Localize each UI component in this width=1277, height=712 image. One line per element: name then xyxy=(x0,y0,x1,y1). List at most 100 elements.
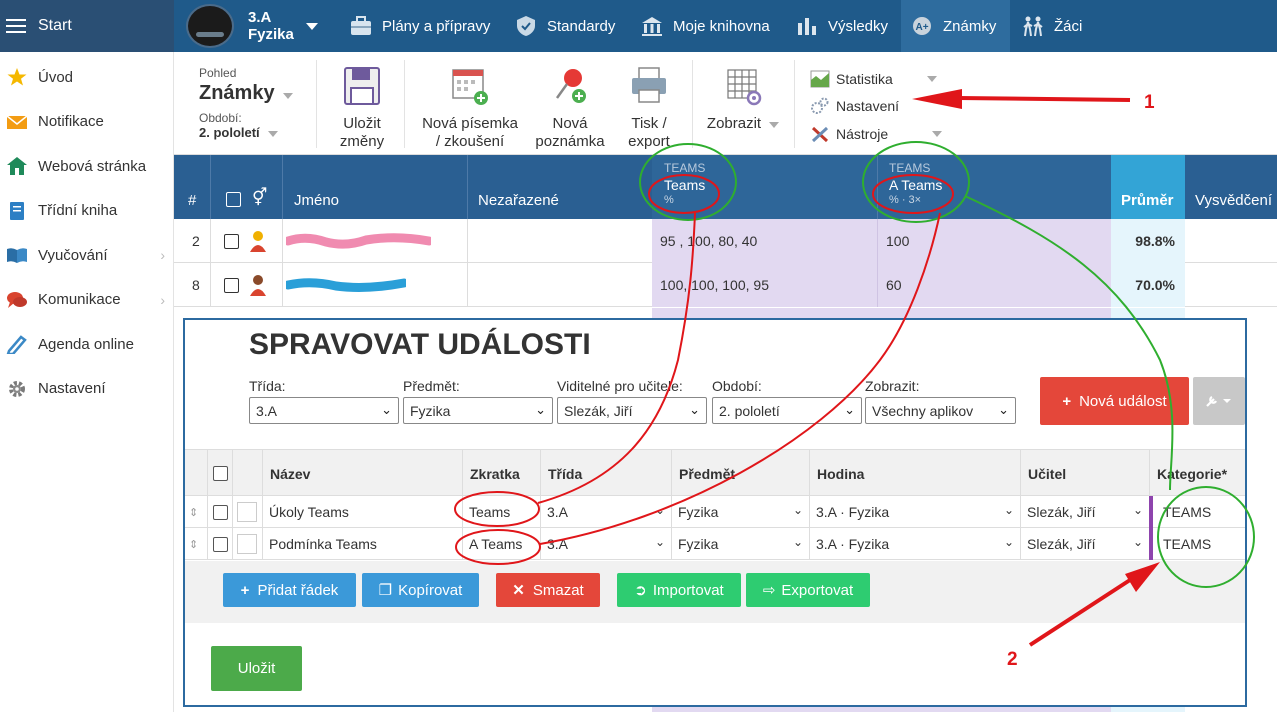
sidebar-item-classbook[interactable]: Třídní kniha xyxy=(0,189,173,234)
column-unassigned[interactable]: Nezařazené xyxy=(478,192,559,209)
chevron-right-icon: › xyxy=(160,247,165,264)
drag-handle-icon[interactable]: ⇕ xyxy=(185,528,207,560)
nav-library[interactable]: Moje knihovna xyxy=(631,0,780,52)
nav-library-label: Moje knihovna xyxy=(673,17,770,35)
event-abbreviation[interactable]: A Teams xyxy=(462,528,540,560)
select-value: 3.A xyxy=(547,504,569,520)
new-test-label-1: Nová písemka xyxy=(422,115,518,132)
row-checkbox[interactable] xyxy=(207,528,232,560)
delete-button[interactable]: ✕ Smazat xyxy=(496,573,600,607)
event-abbreviation[interactable]: Teams xyxy=(462,496,540,528)
new-test-label-2: / zkoušení xyxy=(435,133,505,150)
event-class-select[interactable]: 3.A ⌄ xyxy=(540,528,671,560)
grade-cell[interactable]: 100, 100, 100, 95 xyxy=(652,263,877,307)
column-teacher[interactable]: Učitel xyxy=(1020,450,1149,497)
row-color-swatch[interactable] xyxy=(232,528,262,560)
home-icon xyxy=(7,157,27,176)
column-name[interactable]: Jméno xyxy=(294,192,339,209)
event-name[interactable]: Úkoly Teams xyxy=(262,496,462,528)
column-teams-1[interactable]: TEAMS Teams % xyxy=(652,155,877,219)
save-button[interactable]: Uložit xyxy=(211,646,302,691)
column-report[interactable]: Vysvědčení xyxy=(1195,192,1272,209)
column-name[interactable]: Název xyxy=(262,450,462,497)
period-value[interactable]: 2. pololetí xyxy=(199,125,260,140)
star-icon xyxy=(7,68,27,86)
add-row-button[interactable]: + Přidat řádek xyxy=(223,573,356,607)
menu-settings[interactable]: Nastavení xyxy=(810,93,942,121)
event-category[interactable]: TEAMS xyxy=(1149,528,1245,560)
row-checkbox[interactable] xyxy=(207,496,232,528)
sidebar-item-settings[interactable]: Nastavení xyxy=(0,367,173,412)
filter-period-select[interactable]: 2. pololetí ⌄ xyxy=(712,397,862,424)
select-value: 3.A xyxy=(256,402,278,419)
event-lesson-select[interactable]: 3.A · Fyzika ⌄ xyxy=(809,528,1020,560)
nav-plans[interactable]: Plány a přípravy xyxy=(340,0,500,52)
nav-students[interactable]: Žáci xyxy=(1012,0,1092,52)
event-subject-select[interactable]: Fyzika ⌄ xyxy=(671,496,809,528)
sidebar-item-notifications[interactable]: Notifikace xyxy=(0,100,173,145)
column-lesson[interactable]: Hodina xyxy=(809,450,1020,497)
drag-handle-icon[interactable]: ⇕ xyxy=(185,496,207,528)
column-category[interactable]: Kategorie* xyxy=(1149,450,1245,497)
close-icon: ✕ xyxy=(512,582,525,599)
column-abbreviation[interactable]: Zkratka xyxy=(462,450,540,497)
print-export-button[interactable]: Tisk / export xyxy=(622,66,676,151)
display-button[interactable]: Zobrazit xyxy=(704,66,782,133)
select-value: 2. pololetí xyxy=(719,402,780,419)
event-name[interactable]: Podmínka Teams xyxy=(262,528,462,560)
row-color-swatch[interactable] xyxy=(232,496,262,528)
start-menu-button[interactable]: Start xyxy=(0,0,174,52)
menu-tools[interactable]: Nástroje xyxy=(810,120,943,148)
filter-teacher-select[interactable]: Slezák, Jiří ⌄ xyxy=(557,397,707,424)
nav-standards[interactable]: Standardy xyxy=(505,0,625,52)
grade-cell[interactable]: 95 , 100, 80, 40 xyxy=(652,219,877,263)
nav-grades[interactable]: A+ Známky xyxy=(901,0,1010,52)
sidebar-item-teaching[interactable]: Vyučování › xyxy=(0,233,173,278)
export-button[interactable]: ⇨ Exportovat xyxy=(746,573,870,607)
grade-cell[interactable]: 100 xyxy=(877,219,1111,263)
grade-cell[interactable]: 60 xyxy=(877,263,1111,307)
student-name-redacted[interactable] xyxy=(286,263,406,307)
new-note-button[interactable]: Nová poznámka xyxy=(534,66,606,151)
row-checkbox[interactable] xyxy=(224,263,239,307)
event-teacher-select[interactable]: Slezák, Jiří ⌄ xyxy=(1020,528,1149,560)
menu-statistics-label: Statistika xyxy=(836,70,893,87)
sidebar-item-intro[interactable]: Úvod xyxy=(0,55,173,100)
row-checkbox[interactable] xyxy=(224,219,239,263)
column-teams-2[interactable]: TEAMS A Teams % · 3× xyxy=(877,155,1111,219)
student-name-redacted[interactable] xyxy=(286,219,431,263)
event-category[interactable]: TEAMS xyxy=(1149,496,1245,528)
tools-dropdown-button[interactable] xyxy=(1193,377,1245,425)
chevron-down-icon: ⌄ xyxy=(654,535,665,549)
new-event-button[interactable]: + Nová událost xyxy=(1040,377,1189,425)
event-lesson-select[interactable]: 3.A · Fyzika ⌄ xyxy=(809,496,1020,528)
menu-statistics[interactable]: Statistika xyxy=(810,65,942,93)
filter-class-select[interactable]: 3.A ⌄ xyxy=(249,397,399,424)
column-average[interactable]: Průměr xyxy=(1111,155,1185,219)
filter-display-select[interactable]: Všechny aplikov ⌄ xyxy=(865,397,1016,424)
event-subject-select[interactable]: Fyzika ⌄ xyxy=(671,528,809,560)
pushpin-icon xyxy=(555,69,586,103)
save-changes-button[interactable]: Uložit změny xyxy=(334,66,390,151)
view-selector[interactable]: Pohled Známky Období: 2. pololetí xyxy=(199,66,293,140)
top-navigation-bar: Start 3.A Fyzika Plány a přípravy Standa… xyxy=(0,0,1277,52)
event-teacher-select[interactable]: Slezák, Jiří ⌄ xyxy=(1020,496,1149,528)
column-title: A Teams xyxy=(889,177,943,193)
copy-button[interactable]: ❐ Kopírovat xyxy=(362,573,479,607)
sidebar-item-communication[interactable]: Komunikace › xyxy=(0,278,173,323)
new-test-button[interactable]: Nová písemka / zkoušení xyxy=(420,66,520,151)
filter-subject-select[interactable]: Fyzika ⌄ xyxy=(403,397,553,424)
import-button[interactable]: ➲ Importovat xyxy=(617,573,741,607)
nav-results[interactable]: Výsledky xyxy=(786,0,898,52)
select-all-checkbox[interactable] xyxy=(226,192,241,211)
column-subject[interactable]: Předmět xyxy=(671,450,809,497)
event-class-select[interactable]: 3.A ⌄ xyxy=(540,496,671,528)
sidebar-item-agenda[interactable]: Agenda online xyxy=(0,322,173,367)
column-class[interactable]: Třída xyxy=(540,450,671,497)
class-selector[interactable]: 3.A Fyzika xyxy=(186,4,318,48)
filter-label: Předmět: xyxy=(403,378,460,394)
select-value: Fyzika xyxy=(678,504,719,520)
sidebar-item-website[interactable]: Webová stránka xyxy=(0,144,173,189)
select-all-checkbox[interactable] xyxy=(207,450,232,497)
average-cell: 98.8% xyxy=(1111,219,1185,263)
